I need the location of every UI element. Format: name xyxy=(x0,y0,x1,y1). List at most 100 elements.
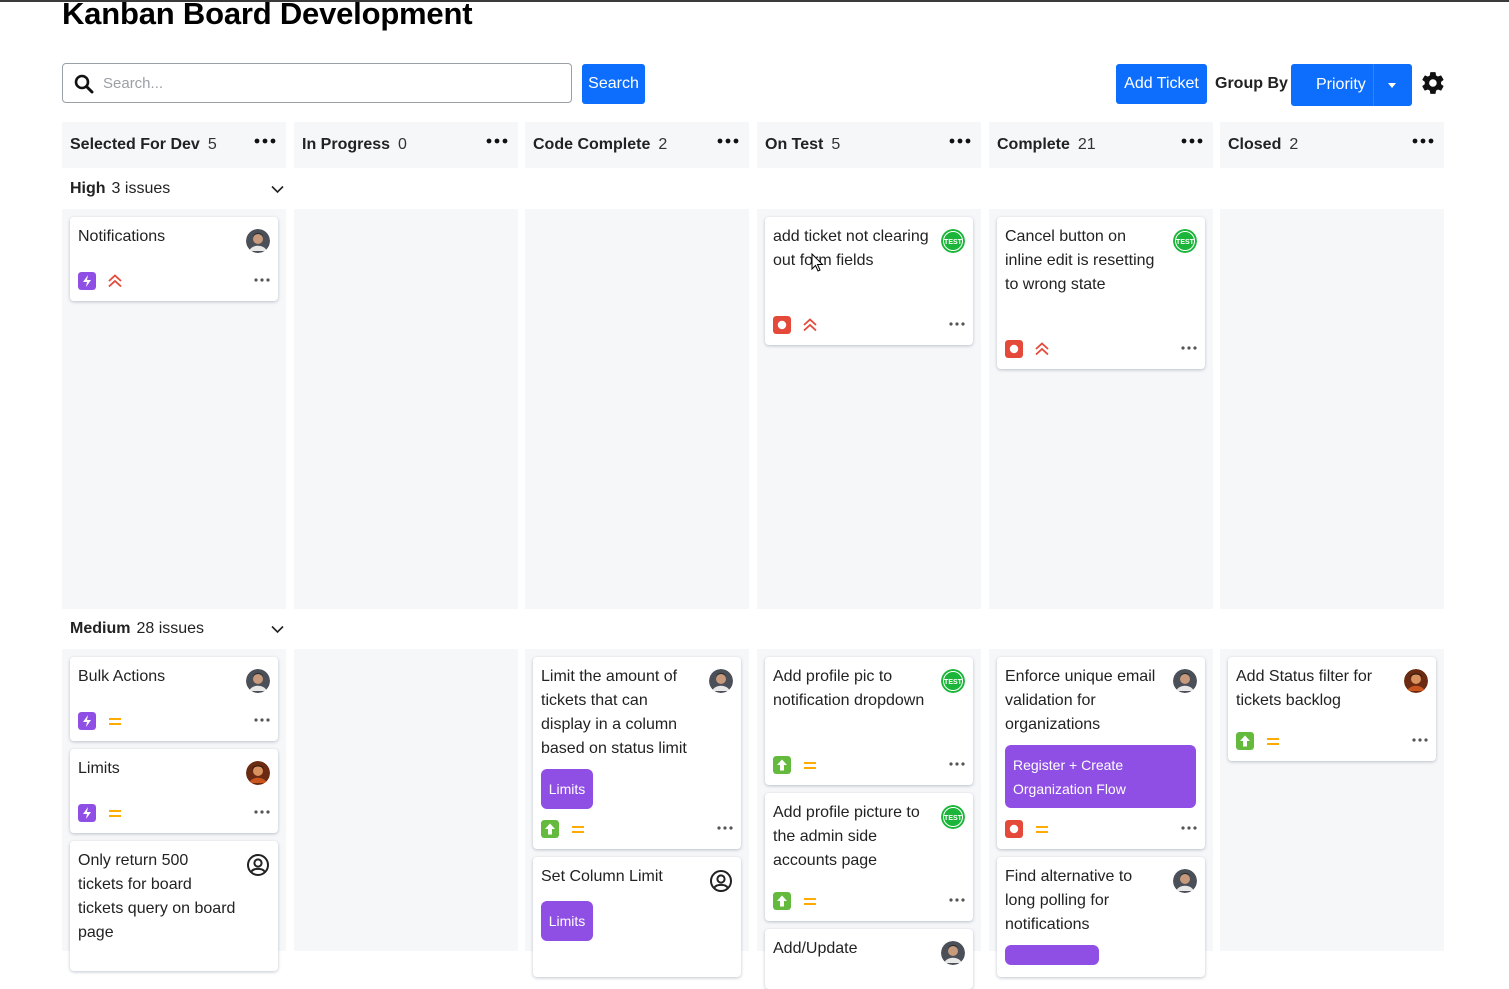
ticket-card[interactable]: add ticket not clearing out form fields xyxy=(765,217,973,345)
swimlane-header-high[interactable]: High 3 issues xyxy=(70,180,170,198)
bug-icon xyxy=(773,316,791,334)
search-icon xyxy=(74,74,94,94)
ticket-card[interactable]: Add profile picture to the admin side ac… xyxy=(765,793,973,921)
more-horizontal-icon[interactable] xyxy=(254,717,270,723)
lightning-icon xyxy=(78,272,96,290)
avatar xyxy=(709,669,733,693)
ticket-card[interactable]: Limits xyxy=(70,749,278,833)
ticket-title: add ticket not clearing out form fields xyxy=(773,228,929,269)
more-horizontal-icon[interactable] xyxy=(949,897,965,903)
epic-tag[interactable] xyxy=(1005,945,1099,965)
equals-icon xyxy=(1267,738,1279,745)
avatar xyxy=(246,669,270,693)
more-horizontal-icon[interactable] xyxy=(1181,825,1197,831)
ticket-title: Bulk Actions xyxy=(78,668,166,685)
column-count: 5 xyxy=(831,136,841,153)
ticket-title: Add Status filter for tickets backlog xyxy=(1236,668,1373,709)
more-horizontal-icon[interactable] xyxy=(254,809,270,815)
ticket-title: Add profile picture to the admin side ac… xyxy=(773,804,920,869)
equals-icon xyxy=(1036,826,1048,833)
chevron-down-icon[interactable] xyxy=(271,625,284,634)
equals-icon xyxy=(804,762,816,769)
swimlane-header-medium[interactable]: Medium 28 issues xyxy=(70,620,204,638)
equals-icon xyxy=(572,826,584,833)
more-horizontal-icon[interactable] xyxy=(1181,136,1203,146)
avatar xyxy=(941,941,965,965)
column-name: On Test xyxy=(765,136,824,153)
column-count: 0 xyxy=(398,136,407,153)
arrow-up-icon xyxy=(1236,732,1254,750)
ticket-footer xyxy=(773,315,965,335)
ticket-footer xyxy=(78,803,270,823)
column-name: Closed xyxy=(1228,136,1282,153)
test-badge-icon xyxy=(941,229,965,253)
more-horizontal-icon[interactable] xyxy=(486,136,508,146)
more-horizontal-icon[interactable] xyxy=(717,136,739,146)
avatar xyxy=(246,229,270,253)
gear-icon[interactable] xyxy=(1420,70,1446,96)
avatar xyxy=(1173,869,1197,893)
equals-icon xyxy=(804,898,816,905)
more-horizontal-icon[interactable] xyxy=(949,321,965,327)
more-horizontal-icon[interactable] xyxy=(254,277,270,283)
search-box[interactable] xyxy=(62,63,572,103)
lane-cell xyxy=(1220,209,1444,609)
add-ticket-button[interactable]: Add Ticket xyxy=(1116,64,1207,104)
lightning-icon xyxy=(78,804,96,822)
column-header-selected-for-dev: Selected For Dev 5 xyxy=(62,122,286,168)
equals-icon xyxy=(109,810,121,817)
chevron-down-icon[interactable] xyxy=(271,185,284,194)
ticket-title: Add/Update xyxy=(773,940,858,957)
ticket-card[interactable]: Find alternative to long polling for not… xyxy=(997,857,1205,977)
test-badge-icon xyxy=(1173,229,1197,253)
bug-icon xyxy=(1005,820,1023,838)
ticket-title: Find alternative to long polling for not… xyxy=(1005,868,1133,933)
ticket-card[interactable]: Notifications xyxy=(70,217,278,301)
swimlane-label: High xyxy=(70,180,106,197)
more-horizontal-icon[interactable] xyxy=(1412,136,1434,146)
avatar xyxy=(246,761,270,785)
test-badge-icon xyxy=(941,669,965,693)
ticket-title: Limit the amount of tickets that can dis… xyxy=(541,668,687,757)
more-horizontal-icon[interactable] xyxy=(1181,345,1197,351)
swimlane-label: Medium xyxy=(70,620,131,637)
ticket-card[interactable]: Bulk Actions xyxy=(70,657,278,741)
more-horizontal-icon[interactable] xyxy=(717,825,733,831)
ticket-card[interactable]: Add Status filter for tickets backlog xyxy=(1228,657,1436,761)
ticket-card[interactable]: Add profile pic to notification dropdown xyxy=(765,657,973,785)
epic-tag[interactable]: Limits xyxy=(541,901,593,941)
ticket-card[interactable]: Cancel button on inline edit is resettin… xyxy=(997,217,1205,369)
ticket-title: Enforce unique email validation for orga… xyxy=(1005,668,1156,733)
ticket-card[interactable]: Enforce unique email validation for orga… xyxy=(997,657,1205,849)
ticket-card[interactable]: Add/Update xyxy=(765,929,973,989)
column-header-complete: Complete 21 xyxy=(989,122,1213,168)
more-horizontal-icon[interactable] xyxy=(949,761,965,767)
column-count: 21 xyxy=(1077,136,1096,153)
search-input[interactable] xyxy=(103,64,563,102)
more-horizontal-icon[interactable] xyxy=(254,136,276,146)
group-by-dropdown[interactable]: Priority xyxy=(1291,64,1412,106)
more-horizontal-icon[interactable] xyxy=(1412,737,1428,743)
ticket-title: Limits xyxy=(78,760,120,777)
ticket-title: Set Column Limit xyxy=(541,868,663,885)
column-count: 2 xyxy=(1289,136,1299,153)
more-horizontal-icon[interactable] xyxy=(949,136,971,146)
arrow-up-icon xyxy=(773,892,791,910)
ticket-card[interactable]: Set Column Limit Limits xyxy=(533,857,741,977)
avatar xyxy=(1173,669,1197,693)
ticket-card[interactable]: Only return 500 tickets for board ticket… xyxy=(70,841,278,971)
column-name: In Progress xyxy=(302,136,391,153)
search-button[interactable]: Search xyxy=(582,64,645,104)
epic-tag[interactable]: Limits xyxy=(541,769,593,809)
double-chevron-up-icon xyxy=(803,318,817,332)
column-name: Complete xyxy=(997,136,1070,153)
user-circle-icon xyxy=(710,870,732,892)
column-name: Code Complete xyxy=(533,136,651,153)
ticket-card[interactable]: Limit the amount of tickets that can dis… xyxy=(533,657,741,849)
ticket-footer xyxy=(78,271,270,291)
swimlane-count: 3 issues xyxy=(111,180,171,197)
column-header-code-complete: Code Complete 2 xyxy=(525,122,749,168)
ticket-title: Only return 500 tickets for board ticket… xyxy=(78,852,236,941)
epic-tag[interactable]: Register + Create Organization Flow xyxy=(1005,745,1196,808)
page-title: Kanban Board Development xyxy=(62,0,473,31)
